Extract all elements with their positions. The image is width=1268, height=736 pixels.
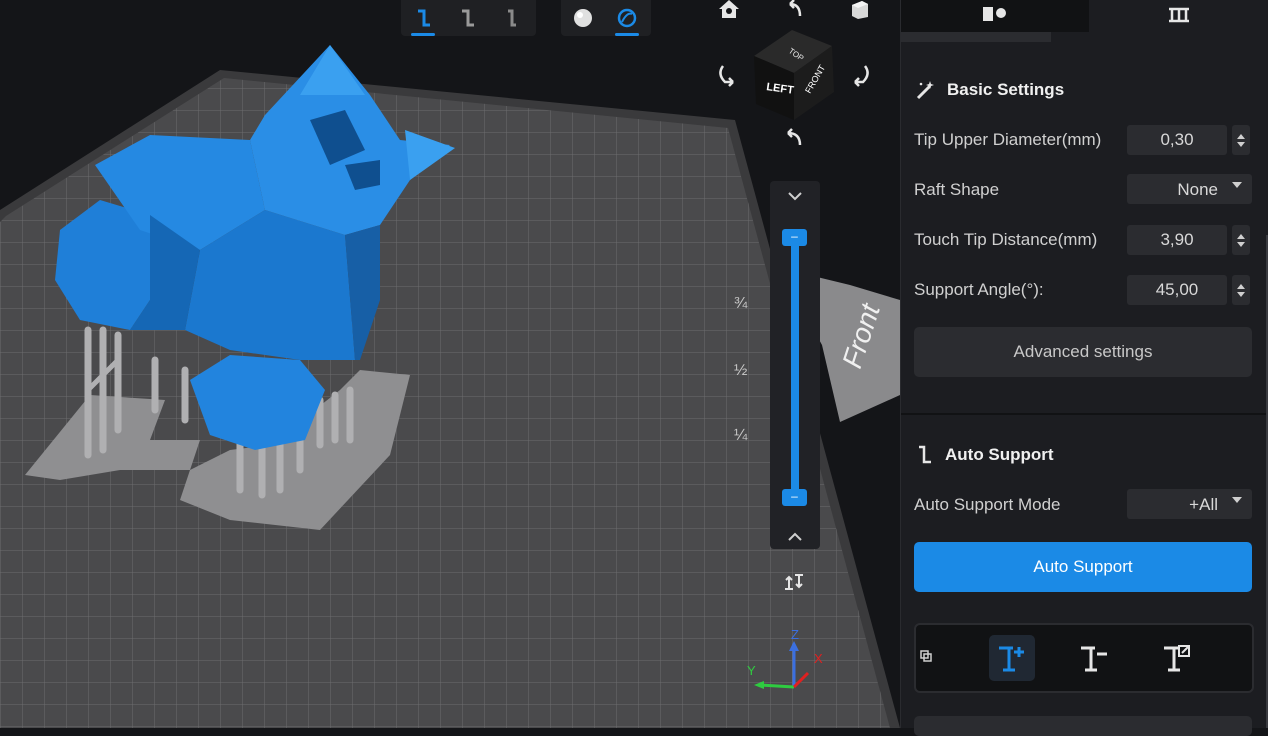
spin-down-icon — [1237, 291, 1245, 297]
auto-support-label: Auto Support — [945, 445, 1054, 464]
raft-shape-select[interactable]: None — [1127, 174, 1252, 204]
magic-wand-icon — [916, 81, 934, 100]
slider-mark-half: ½ — [734, 362, 748, 379]
chevron-up-icon[interactable] — [780, 522, 810, 552]
support-pin-icon — [462, 9, 474, 27]
view-cube[interactable]: TOP LEFT FRONT — [752, 28, 842, 123]
auto-support-mode-select[interactable]: +All — [1127, 489, 1252, 519]
support-structure-icon — [1169, 7, 1189, 23]
xray-sphere-icon — [617, 8, 637, 28]
support-pin-icon — [418, 9, 430, 27]
panel-tabs — [901, 0, 1268, 42]
support-pin-icon — [508, 9, 516, 27]
support-angle-label: Support Angle(°): — [914, 280, 1044, 299]
rotate-left-icon[interactable] — [713, 60, 743, 90]
basic-settings-label: Basic Settings — [947, 80, 1065, 99]
view-mode-toolbar — [561, 0, 651, 36]
touch-tip-distance-input[interactable]: 3,90 — [1127, 225, 1227, 255]
edit-support-button[interactable] — [1154, 635, 1200, 681]
sphere-icon — [574, 9, 592, 27]
layer-slider-upper-handle[interactable]: – — [782, 229, 807, 246]
tip-upper-diameter-label: Tip Upper Diameter(mm) — [914, 130, 1102, 149]
support-angle-spinner[interactable] — [1232, 275, 1250, 305]
3d-viewport[interactable]: Front TOP LEFT FRONT – – ¾ ½ ¼ Z Y X — [0, 0, 900, 728]
axis-x-label: X — [814, 651, 823, 666]
perspective-cube-icon[interactable] — [845, 0, 875, 24]
dropdown-caret-icon — [1232, 497, 1242, 503]
next-section-box[interactable] — [914, 716, 1252, 736]
xray-view-button[interactable] — [605, 0, 649, 36]
tab-active-indicator — [901, 32, 1051, 42]
auto-support-title: Auto Support — [915, 444, 1054, 466]
support-edit-toolbar — [914, 623, 1254, 693]
edit-support-icon — [1164, 645, 1190, 672]
raft-shape-label: Raft Shape — [914, 180, 1000, 199]
remove-support-button[interactable] — [1071, 635, 1117, 681]
layer-slider-lower-handle[interactable]: – — [782, 489, 807, 506]
support-tool-2-button[interactable] — [445, 0, 489, 36]
add-support-button[interactable] — [989, 635, 1035, 681]
auto-support-button[interactable]: Auto Support — [914, 542, 1252, 592]
settings-icon — [983, 7, 1006, 21]
support-toolbar — [401, 0, 536, 36]
touch-tip-distance-spinner[interactable] — [1232, 225, 1250, 255]
rotate-right-icon[interactable] — [845, 60, 875, 90]
touch-tip-distance-label: Touch Tip Distance(mm) — [914, 230, 1098, 249]
solid-view-button[interactable] — [561, 0, 605, 36]
slider-mark-three-quarters: ¾ — [734, 295, 748, 312]
spin-down-icon — [1237, 241, 1245, 247]
tip-upper-diameter-spinner[interactable] — [1232, 125, 1250, 155]
support-tool-1-button[interactable] — [401, 0, 445, 36]
rotate-down-icon[interactable] — [779, 125, 809, 155]
layer-swap-icon[interactable] — [779, 567, 809, 597]
axes-gizmo: Z Y X — [747, 627, 823, 689]
axis-y-label: Y — [747, 663, 756, 678]
raft-shape-value: None — [1177, 180, 1218, 199]
right-panel: Basic Settings Tip Upper Diameter(mm) 0,… — [900, 0, 1268, 736]
tip-upper-diameter-input[interactable]: 0,30 — [1127, 125, 1227, 155]
spin-down-icon — [1237, 141, 1245, 147]
auto-support-mode-value: +All — [1189, 495, 1218, 514]
remove-support-icon — [1081, 646, 1107, 672]
spin-up-icon — [1237, 133, 1245, 139]
rotate-up-icon[interactable] — [779, 0, 809, 24]
spin-up-icon — [1237, 283, 1245, 289]
section-divider — [901, 413, 1268, 415]
axis-z-label: Z — [791, 627, 799, 642]
spin-up-icon — [1237, 233, 1245, 239]
home-view-icon[interactable] — [714, 0, 744, 24]
toolbar-collapse-icon[interactable] — [920, 649, 934, 663]
support-tool-3-button[interactable] — [489, 0, 533, 36]
tab-print-settings[interactable] — [901, 0, 1089, 32]
support-pin-icon — [919, 445, 931, 464]
advanced-settings-button[interactable]: Advanced settings — [914, 327, 1252, 377]
support-angle-input[interactable]: 45,00 — [1127, 275, 1227, 305]
add-support-icon — [999, 646, 1024, 672]
auto-support-mode-label: Auto Support Mode — [914, 495, 1061, 514]
slider-mark-quarter: ¼ — [734, 427, 748, 444]
tab-supports[interactable] — [1089, 0, 1268, 32]
dropdown-caret-icon — [1232, 182, 1242, 188]
layer-slider-fill — [791, 240, 799, 498]
basic-settings-title: Basic Settings — [915, 79, 1064, 101]
chevron-down-icon[interactable] — [780, 181, 810, 211]
